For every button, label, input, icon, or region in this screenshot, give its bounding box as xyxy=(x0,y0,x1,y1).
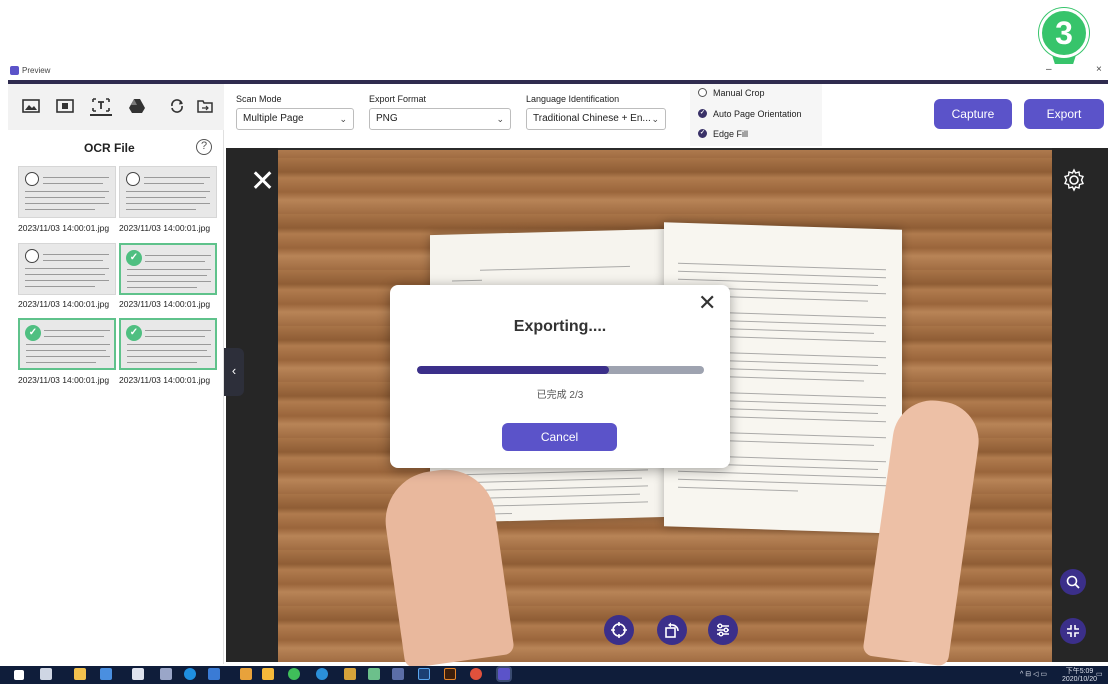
option-label: Edge Fill xyxy=(713,129,749,139)
panel-title: OCR File xyxy=(84,141,135,155)
task-view-icon[interactable] xyxy=(40,668,52,680)
select-radio[interactable] xyxy=(126,172,140,186)
checked-icon[interactable]: ✓ xyxy=(126,250,142,266)
title-bar xyxy=(0,64,1108,80)
notification-icon[interactable]: ▭ xyxy=(1096,670,1103,678)
language-value: Traditional Chinese + En... xyxy=(533,113,651,124)
edge-icon[interactable] xyxy=(184,668,196,680)
video-icon[interactable] xyxy=(54,96,76,116)
file-thumbnail[interactable] xyxy=(18,243,116,295)
app-icon[interactable] xyxy=(208,668,220,680)
option-label: Manual Crop xyxy=(713,88,765,98)
clock[interactable]: 下午5:09 2020/10/20 xyxy=(1062,666,1097,683)
chevron-down-icon: ⌄ xyxy=(651,114,659,124)
check-icon xyxy=(698,109,707,118)
option-label: Auto Page Orientation xyxy=(713,109,802,119)
export-format-select[interactable]: PNG ⌄ xyxy=(369,108,511,130)
file-name: 2023/11/03 14:00:01.jpg xyxy=(18,375,110,385)
chevron-down-icon: ⌄ xyxy=(496,114,504,124)
check-icon xyxy=(698,129,707,138)
select-radio[interactable] xyxy=(25,172,39,186)
file-thumbnail-selected[interactable]: ✓ xyxy=(119,243,217,295)
manual-crop-option[interactable]: Manual Crop xyxy=(698,88,765,98)
calculator-icon[interactable] xyxy=(132,668,144,680)
dialog-title: Exporting.... xyxy=(513,318,607,335)
file-explorer-icon[interactable] xyxy=(74,668,86,680)
progress-bar xyxy=(417,366,704,374)
line-icon[interactable] xyxy=(288,668,300,680)
start-icon[interactable] xyxy=(14,670,24,680)
progress-status: 已完成 2/3 xyxy=(536,390,584,401)
cloud-drive-icon[interactable] xyxy=(126,96,148,116)
capture-button[interactable]: Capture xyxy=(934,99,1012,129)
export-format-value: PNG xyxy=(376,113,398,124)
file-name: 2023/11/03 14:00:01.jpg xyxy=(119,299,211,309)
file-name: 2023/11/03 14:00:01.jpg xyxy=(18,299,110,309)
ocr-text-icon[interactable] xyxy=(90,96,112,116)
clock-time: 下午5:09 xyxy=(1065,668,1094,675)
help-icon[interactable]: ? xyxy=(196,139,212,155)
close-window-button[interactable]: × xyxy=(1096,64,1102,75)
chevron-down-icon: ⌄ xyxy=(339,114,347,124)
people-icon[interactable] xyxy=(100,668,112,680)
export-button[interactable]: Export xyxy=(1024,99,1104,129)
photoshop-icon[interactable] xyxy=(418,668,430,680)
app-icon[interactable] xyxy=(368,668,380,680)
file-thumbnail-selected[interactable]: ✓ xyxy=(119,318,217,370)
image-icon[interactable] xyxy=(20,96,42,116)
rotate-icon[interactable] xyxy=(166,96,188,116)
gear-icon[interactable] xyxy=(1062,168,1086,192)
close-dialog-button[interactable]: ✕ xyxy=(698,290,716,316)
collapse-panel-button[interactable]: ‹ xyxy=(224,348,244,396)
clock-date: 2020/10/20 xyxy=(1062,676,1098,683)
app-icon[interactable] xyxy=(392,668,404,680)
rotate-page-icon[interactable] xyxy=(657,615,687,645)
minimize-button[interactable]: – xyxy=(1046,64,1052,75)
zoom-icon[interactable] xyxy=(1060,569,1086,595)
file-name: 2023/11/03 14:00:01.jpg xyxy=(119,223,211,233)
viewer-margin xyxy=(226,148,278,662)
app-icon[interactable] xyxy=(262,668,274,680)
crop-icon[interactable] xyxy=(1060,618,1086,644)
auto-orientation-option[interactable]: Auto Page Orientation xyxy=(698,109,802,119)
app-icon[interactable] xyxy=(344,668,356,680)
skype-icon[interactable] xyxy=(316,668,328,680)
app-icon[interactable] xyxy=(240,668,252,680)
scan-mode-value: Multiple Page xyxy=(243,113,304,124)
file-thumbnail[interactable] xyxy=(18,166,116,218)
select-radio[interactable] xyxy=(25,249,39,263)
adjust-icon[interactable] xyxy=(708,615,738,645)
file-thumbnail-selected[interactable]: ✓ xyxy=(18,318,116,370)
scan-mode-select[interactable]: Multiple Page ⌄ xyxy=(236,108,354,130)
system-tray-icons[interactable]: ^ ⊟ ◁ ▭ xyxy=(1020,670,1047,678)
checked-icon[interactable]: ✓ xyxy=(126,325,142,341)
language-label: Language Identification xyxy=(526,94,620,104)
file-thumbnail[interactable] xyxy=(119,166,217,218)
checked-icon[interactable]: ✓ xyxy=(25,325,41,341)
file-name: 2023/11/03 14:00:01.jpg xyxy=(119,375,211,385)
folder-icon[interactable] xyxy=(194,96,216,116)
progress-fill xyxy=(417,366,610,374)
close-preview-button[interactable]: ✕ xyxy=(250,164,275,199)
cancel-button[interactable]: Cancel xyxy=(502,423,617,451)
edge-fill-option[interactable]: Edge Fill xyxy=(698,129,748,139)
export-format-label: Export Format xyxy=(369,94,427,104)
window-title: Preview xyxy=(22,66,51,75)
step-badge: 3 xyxy=(1039,8,1089,58)
app-icon[interactable] xyxy=(160,668,172,680)
language-select[interactable]: Traditional Chinese + En... ⌄ xyxy=(526,108,666,130)
target-icon[interactable] xyxy=(604,615,634,645)
illustrator-icon[interactable] xyxy=(444,668,456,680)
file-name: 2023/11/03 14:00:01.jpg xyxy=(18,223,110,233)
radio-icon xyxy=(698,88,707,97)
app-logo-icon xyxy=(10,66,19,75)
scan-mode-label: Scan Mode xyxy=(236,94,282,104)
chrome-icon[interactable] xyxy=(470,668,482,680)
preview-app-icon[interactable] xyxy=(498,668,510,680)
